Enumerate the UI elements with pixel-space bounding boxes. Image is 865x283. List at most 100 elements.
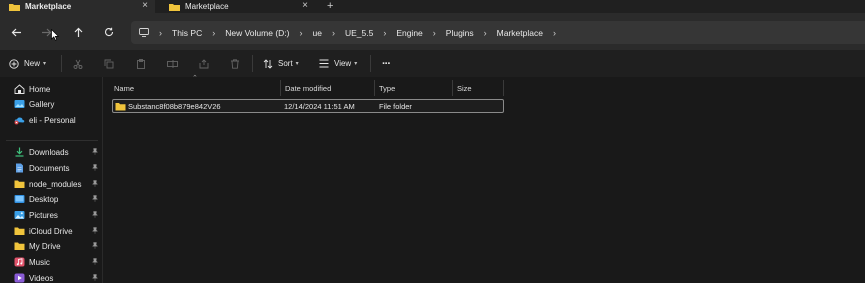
share-icon	[199, 58, 209, 68]
breadcrumb-marketplace[interactable]: Marketplace	[497, 28, 543, 38]
more-options-button[interactable]: ···	[382, 57, 391, 70]
pictures-icon	[14, 211, 25, 219]
up-button[interactable]	[69, 23, 87, 41]
new-button[interactable]: New ▾	[9, 57, 46, 70]
music-icon	[14, 257, 25, 267]
sidebar-item-label: Desktop	[29, 194, 59, 204]
folder-icon	[14, 242, 25, 250]
pin-icon[interactable]	[92, 180, 98, 187]
delete-button[interactable]	[230, 57, 240, 70]
sidebar-item-gallery[interactable]: Gallery	[14, 97, 100, 111]
column-divider[interactable]	[503, 80, 504, 96]
breadcrumb-this-pc[interactable]: This PC	[172, 28, 202, 38]
chevron-right-icon[interactable]: ›	[383, 28, 386, 38]
breadcrumb-plugins[interactable]: Plugins	[446, 28, 474, 38]
home-icon	[14, 84, 25, 94]
tab-marketplace[interactable]: Marketplace ×	[160, 0, 315, 13]
column-header-type[interactable]: Type	[379, 80, 452, 96]
address-bar[interactable]: › This PC › New Volume (D:) › ue › UE_5.…	[131, 21, 865, 44]
plus-circle-icon	[9, 58, 19, 69]
toolbar-divider	[252, 55, 253, 72]
chevron-right-icon: ›	[159, 27, 162, 38]
tab-close-button[interactable]: ×	[302, 1, 308, 11]
navigation-pane: Home Gallery eli - Personal Downloads Do…	[0, 77, 103, 283]
refresh-icon	[105, 27, 114, 37]
chevron-right-icon[interactable]: ›	[212, 28, 215, 38]
sidebar-item-label: iCloud Drive	[29, 226, 73, 236]
pin-icon[interactable]	[92, 242, 98, 249]
sidebar-item-my-drive[interactable]: My Drive	[14, 239, 100, 253]
pin-icon[interactable]	[92, 164, 98, 171]
pin-icon[interactable]	[92, 258, 98, 265]
sidebar-divider	[6, 140, 98, 141]
refresh-button[interactable]	[100, 23, 118, 41]
tab-marketplace-active[interactable]: Marketplace ×	[0, 0, 155, 13]
sidebar-item-downloads[interactable]: Downloads	[14, 145, 100, 159]
column-divider[interactable]	[452, 80, 453, 96]
column-header-name[interactable]: Name	[114, 80, 280, 96]
folder-icon	[9, 3, 20, 11]
share-button[interactable]	[199, 57, 209, 70]
chevron-right-icon[interactable]: ›	[433, 28, 436, 38]
sidebar-item-music[interactable]: Music	[14, 255, 100, 269]
scissors-icon	[73, 59, 83, 69]
sort-icon	[263, 58, 273, 69]
cut-button[interactable]	[73, 57, 83, 70]
sidebar-item-label: Gallery	[29, 99, 55, 109]
documents-icon	[16, 163, 23, 173]
column-header-size[interactable]: Size	[457, 80, 503, 96]
pin-icon[interactable]	[92, 274, 98, 281]
chevron-down-icon: ▾	[354, 61, 358, 67]
pin-icon[interactable]	[92, 211, 98, 218]
folder-icon	[169, 3, 180, 11]
column-divider[interactable]	[374, 80, 375, 96]
sidebar-item-label: eli - Personal	[29, 115, 76, 125]
sidebar-item-onedrive[interactable]: eli - Personal	[14, 113, 100, 127]
breadcrumb-ue[interactable]: ue	[312, 28, 321, 38]
sidebar-item-icloud-drive[interactable]: iCloud Drive	[14, 224, 100, 238]
sidebar-item-label: node_modules	[29, 179, 82, 189]
folder-icon	[14, 180, 25, 188]
tab-strip: Marketplace × Marketplace × +	[0, 0, 865, 13]
chevron-right-icon[interactable]: ›	[484, 28, 487, 38]
sidebar-item-pictures[interactable]: Pictures	[14, 208, 100, 222]
chevron-right-icon[interactable]: ›	[299, 28, 302, 38]
sidebar-item-label: Documents	[29, 163, 70, 173]
column-divider[interactable]	[280, 80, 281, 96]
table-row[interactable]: Substanc8f08b879e842V26 12/14/2024 11:51…	[112, 99, 504, 113]
sidebar-item-videos[interactable]: Videos	[14, 271, 100, 283]
sort-button[interactable]: Sort ▾	[263, 57, 299, 70]
breadcrumb-ue-5-5[interactable]: UE_5.5	[345, 28, 373, 38]
sidebar-item-documents[interactable]: Documents	[14, 161, 100, 175]
file-name: Substanc8f08b879e842V26	[128, 102, 221, 111]
pin-icon[interactable]	[92, 195, 98, 202]
view-list-icon	[319, 59, 329, 68]
monitor-icon	[139, 28, 149, 37]
arrow-up-icon	[74, 27, 82, 37]
new-tab-button[interactable]: +	[327, 0, 333, 12]
breadcrumb-engine[interactable]: Engine	[396, 28, 422, 38]
chevron-right-icon[interactable]: ›	[332, 28, 335, 38]
copy-button[interactable]	[104, 57, 114, 70]
sidebar-item-node-modules[interactable]: node_modules	[14, 177, 100, 191]
clipboard-icon	[137, 58, 145, 69]
sidebar-item-label: Videos	[29, 273, 54, 283]
toolbar-divider	[61, 55, 62, 72]
tab-close-button[interactable]: ×	[142, 1, 148, 11]
column-header-date-modified[interactable]: Date modified	[285, 80, 374, 96]
chevron-right-icon[interactable]: ›	[553, 28, 556, 38]
chevron-down-icon: ▾	[43, 61, 47, 67]
desktop-icon	[14, 195, 25, 203]
pin-icon[interactable]	[92, 148, 98, 155]
sidebar-item-label: Music	[29, 257, 50, 267]
breadcrumb-new-volume[interactable]: New Volume (D:)	[225, 28, 289, 38]
pin-icon[interactable]	[92, 227, 98, 234]
sidebar-item-home[interactable]: Home	[14, 82, 100, 96]
back-button[interactable]	[7, 23, 25, 41]
sidebar-item-desktop[interactable]: Desktop	[14, 192, 100, 206]
rename-button[interactable]	[167, 57, 178, 70]
paste-button[interactable]	[136, 57, 146, 70]
rename-icon	[167, 59, 178, 68]
address-row: › This PC › New Volume (D:) › ue › UE_5.…	[0, 13, 865, 50]
view-button[interactable]: View ▾	[319, 57, 357, 70]
